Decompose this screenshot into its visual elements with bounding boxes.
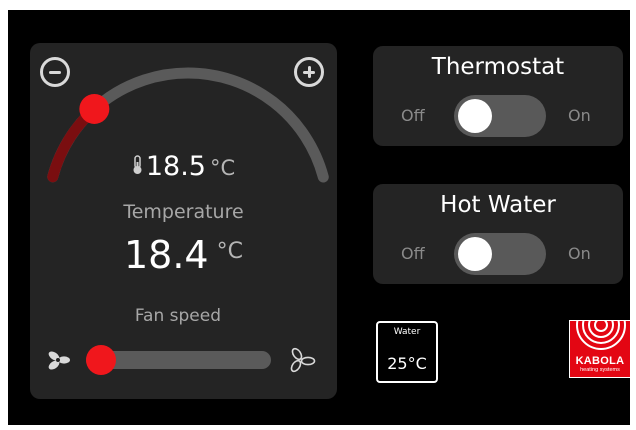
actual-temperature-unit: °C xyxy=(216,239,243,264)
fan-speed-label: Fan speed xyxy=(134,306,221,326)
temperature-label: Temperature xyxy=(123,201,244,223)
thermostat-on-label: On xyxy=(568,106,591,125)
thermometer-icon xyxy=(133,155,142,174)
hot-water-panel: Hot Water Off On xyxy=(373,184,623,284)
water-value: 25°C xyxy=(387,354,427,373)
thermostat-switch-knob xyxy=(458,99,492,133)
hot-water-on-label: On xyxy=(568,244,591,263)
climate-panel: 18.5 °C Temperature 18.4 °C Fan speed xyxy=(30,43,337,399)
increase-button[interactable] xyxy=(294,57,324,87)
logo-tagline: heating systems xyxy=(580,367,620,373)
setpoint-knob[interactable] xyxy=(79,93,110,124)
screen: 18.5 °C Temperature 18.4 °C Fan speed Ther… xyxy=(8,10,631,425)
logo-brand: KABOLA xyxy=(575,355,625,367)
setpoint-unit: °C xyxy=(209,156,236,180)
hot-water-switch[interactable] xyxy=(454,233,546,275)
thermostat-off-label: Off xyxy=(401,106,425,125)
fan-low-icon[interactable] xyxy=(46,348,72,372)
decrease-button[interactable] xyxy=(40,57,70,87)
water-label: Water xyxy=(393,327,421,337)
fan-high-icon[interactable] xyxy=(288,346,316,374)
logo-rings-icon xyxy=(576,321,626,350)
hot-water-off-label: Off xyxy=(401,244,425,263)
kabola-logo: KABOLA heating systems xyxy=(569,320,631,378)
setpoint-display: 18.5 °C xyxy=(30,151,337,182)
actual-temperature-value: 18.4 xyxy=(124,233,209,277)
fan-speed-slider[interactable] xyxy=(85,345,271,375)
actual-temperature: 18.4 °C xyxy=(30,233,337,277)
minus-icon xyxy=(49,71,61,74)
setpoint-value: 18.5 xyxy=(145,151,206,182)
water-temperature-indicator[interactable]: Water 25°C xyxy=(376,321,438,383)
thermostat-title: Thermostat xyxy=(431,54,565,80)
hot-water-switch-knob xyxy=(458,237,492,271)
thermostat-switch[interactable] xyxy=(454,95,546,137)
hot-water-title: Hot Water xyxy=(440,192,556,218)
thermostat-panel: Thermostat Off On xyxy=(373,46,623,146)
fan-speed-knob[interactable] xyxy=(85,345,116,375)
